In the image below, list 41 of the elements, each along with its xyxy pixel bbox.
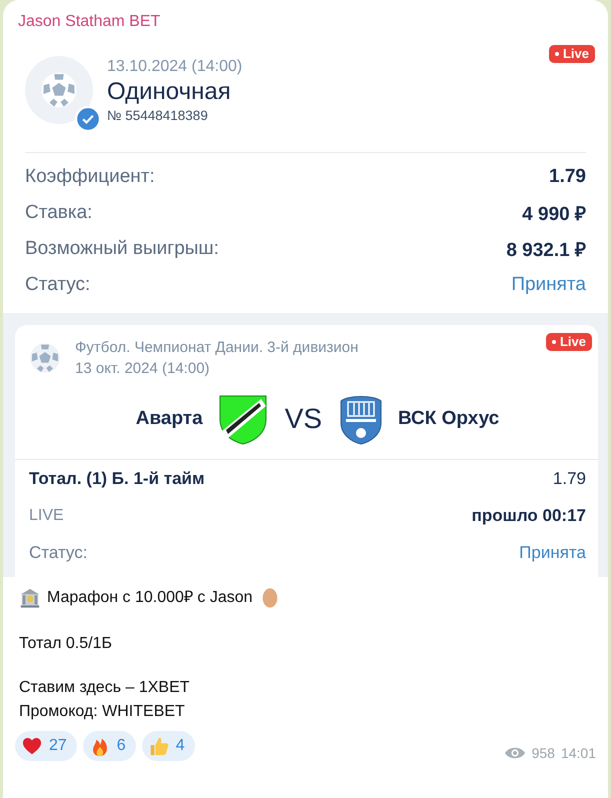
row-label: LIVE (29, 506, 64, 524)
detail-label: Статус: (25, 274, 90, 296)
status-value: Принята (511, 274, 586, 296)
message-text: Промокод: WHITEBET (19, 703, 186, 721)
team-name: Аварта (136, 408, 203, 430)
bet-number: № 55448418389 (107, 108, 209, 122)
status-value: Принята (519, 542, 586, 562)
detail-value: 4 990 ₽ (522, 203, 586, 226)
row-label: Статус: (29, 542, 88, 562)
bank-icon (19, 587, 41, 609)
soccer-ball-icon (40, 71, 78, 109)
view-count: 958 (532, 745, 555, 761)
detail-value: 1.79 (549, 166, 586, 188)
message-time: 14:01 (560, 745, 596, 761)
vs-label: VS (284, 403, 322, 435)
event-date: 13 окт. 2024 (14:00) (75, 360, 211, 377)
detail-label: Возможный выигрыш: (25, 238, 219, 260)
team-logo (338, 393, 384, 445)
reaction-button[interactable]: 4 (142, 731, 195, 761)
league-name: Футбол. Чемпионат Дании. 3-й дивизион (75, 339, 358, 356)
message-text: Тотал 0.5/1Б (19, 635, 113, 653)
team-name: ВСК Орхус (398, 408, 500, 430)
reaction-button[interactable]: 6 (82, 731, 136, 761)
eye-icon (504, 746, 526, 760)
soccer-ball-icon (29, 342, 61, 374)
odds-value: 1.79 (552, 468, 586, 488)
bet-date: 13.10.2024 (14:00) (107, 58, 242, 76)
live-badge: Live (546, 333, 592, 351)
detail-label: Ставка: (25, 202, 92, 224)
detail-label: Коэффициент: (25, 166, 155, 188)
market-name: Тотал. (1) Б. 1-й тайм (29, 468, 205, 488)
message-text: Ставим здесь – 1XBET (19, 679, 191, 697)
bet-type: Одиночная (107, 78, 232, 106)
live-badge: Live (548, 45, 595, 63)
detail-value: 8 932.1 ₽ (506, 239, 586, 262)
heart-icon (21, 735, 43, 757)
elapsed-time: прошло 00:17 (472, 506, 586, 526)
reaction-button[interactable]: 27 (15, 731, 77, 761)
message-text: Марафон с 10.000₽ с Jason (47, 589, 253, 607)
channel-name[interactable]: Jason Statham BET (3, 0, 608, 35)
team-logo (216, 393, 269, 445)
